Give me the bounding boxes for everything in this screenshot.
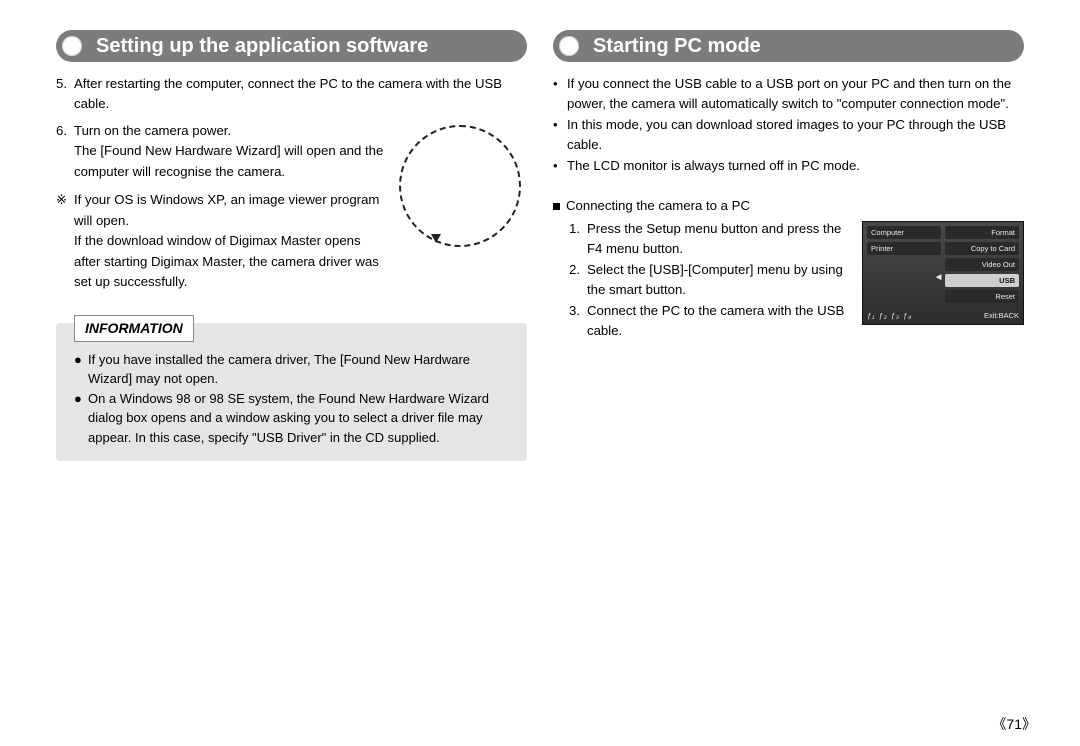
connecting-subhead: Connecting the camera to a PC (553, 196, 1024, 216)
manual-page: Setting up the application software 5. A… (28, 0, 1052, 461)
left-header-bar: Setting up the application software (56, 30, 527, 62)
note-symbol: ※ (56, 190, 74, 292)
note-a-text: If your OS is Windows XP, an image viewe… (74, 190, 389, 231)
info-item-2: ● On a Windows 98 or 98 SE system, the F… (74, 389, 509, 448)
info-1-text: If you have installed the camera driver,… (88, 350, 509, 389)
bullet-icon: • (553, 115, 567, 156)
note-b-text: If the download window of Digimax Master… (74, 231, 389, 292)
s2-num: 2. (569, 260, 587, 301)
menu-right-0: Format (945, 226, 1019, 239)
right-p1: • If you connect the USB cable to a USB … (553, 74, 1024, 115)
menu-right-2: Video Out (945, 258, 1019, 271)
menu-left-1: Printer (867, 242, 941, 255)
menu-right-4: Reset (945, 290, 1019, 303)
s2-text: Select the [USB]-[Computer] menu by usin… (587, 260, 852, 301)
header-dot-icon (559, 36, 579, 56)
camera-foot-right: Exit:BACK (984, 310, 1019, 322)
left-title: Setting up the application software (96, 35, 428, 58)
connect-step-2: 2. Select the [USB]-[Computer] menu by u… (569, 260, 852, 301)
step-5: 5. After restarting the computer, connec… (56, 74, 527, 115)
info-item-1: ● If you have installed the camera drive… (74, 350, 509, 389)
connect-step-1: 1. Press the Setup menu button and press… (569, 219, 852, 260)
camera-menu-screenshot: Computer Printer Format Copy to Card Vid… (862, 221, 1024, 325)
camera-menu-right-col: Format Copy to Card Video Out USB Reset (945, 226, 1019, 308)
camera-foot-left: ƒ₁ ƒ₂ ƒ₃ ƒ₄ (867, 310, 912, 322)
step-5-num: 5. (56, 74, 74, 115)
right-title: Starting PC mode (593, 35, 761, 58)
menu-right-3-selected: USB (945, 274, 1019, 287)
right-p2: • In this mode, you can download stored … (553, 115, 1024, 156)
right-column: Starting PC mode • If you connect the US… (553, 30, 1024, 461)
step-6-num: 6. (56, 121, 74, 182)
information-box: INFORMATION ● If you have installed the … (56, 323, 527, 462)
bullet-icon: • (553, 156, 567, 176)
connect-step-3: 3. Connect the PC to the camera with the… (569, 301, 852, 342)
information-label: INFORMATION (85, 320, 183, 336)
bullet-icon: ● (74, 389, 88, 448)
right-p3: • The LCD monitor is always turned off i… (553, 156, 1024, 176)
bullet-icon: • (553, 74, 567, 115)
connecting-title: Connecting the camera to a PC (566, 196, 750, 216)
camera-menu-left-col: Computer Printer (867, 226, 941, 308)
s3-num: 3. (569, 301, 587, 342)
step-5-text: After restarting the computer, connect t… (74, 74, 527, 115)
s1-num: 1. (569, 219, 587, 260)
right-p3-text: The LCD monitor is always turned off in … (567, 156, 860, 176)
right-p1-text: If you connect the USB cable to a USB po… (567, 74, 1024, 115)
s1-text: Press the Setup menu button and press th… (587, 219, 852, 260)
menu-right-1: Copy to Card (945, 242, 1019, 255)
menu-left-0: Computer (867, 226, 941, 239)
info-2-text: On a Windows 98 or 98 SE system, the Fou… (88, 389, 509, 448)
information-label-wrap: INFORMATION (74, 315, 194, 342)
page-number: 《71》 (992, 714, 1036, 734)
bullet-icon: ● (74, 350, 88, 389)
right-header-bar: Starting PC mode (553, 30, 1024, 62)
s3-text: Connect the PC to the camera with the US… (587, 301, 852, 342)
xp-note: ※ If your OS is Windows XP, an image vie… (56, 190, 389, 292)
step-6a-text: Turn on the camera power. (74, 121, 389, 141)
connection-diagram-icon (399, 125, 521, 247)
step-6b-text: The [Found New Hardware Wizard] will ope… (74, 141, 389, 182)
square-bullet-icon (553, 203, 560, 210)
step-6: 6. Turn on the camera power. The [Found … (56, 121, 389, 182)
left-column: Setting up the application software 5. A… (56, 30, 527, 461)
right-p2-text: In this mode, you can download stored im… (567, 115, 1024, 156)
header-dot-icon (62, 36, 82, 56)
